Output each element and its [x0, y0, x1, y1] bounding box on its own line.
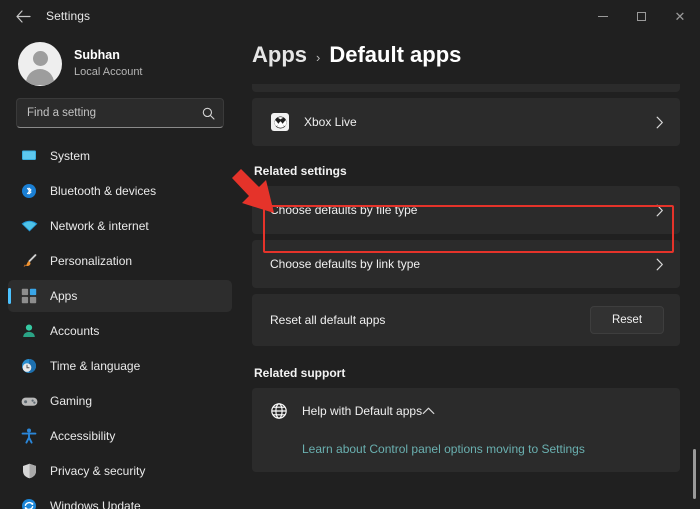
sidebar-item-label: Accounts [50, 324, 100, 338]
row-label: Help with Default apps [302, 404, 423, 418]
wifi-icon [20, 217, 38, 235]
app-row-label: Xbox Live [304, 115, 357, 129]
breadcrumb: Apps › Default apps [252, 32, 700, 74]
sidebar-item-label: Privacy & security [50, 464, 146, 478]
sidebar-item-label: Personalization [50, 254, 133, 268]
sidebar-item-label: Gaming [50, 394, 93, 408]
window-body: Subhan Local Account Find a setting Syst… [0, 32, 700, 509]
row-help-with-default-apps[interactable]: Help with Default apps [252, 388, 680, 434]
sidebar-item-label: Apps [50, 289, 78, 303]
partial-card-above [252, 84, 680, 92]
search-box[interactable] [16, 98, 224, 128]
account-name: Subhan [74, 48, 120, 63]
scrollbar-thumb[interactable] [693, 449, 696, 499]
control-panel-options-link[interactable]: Learn about Control panel options moving… [302, 442, 585, 456]
related-settings-heading: Related settings [254, 164, 347, 178]
close-icon[interactable]: ✕ [660, 0, 700, 32]
sidebar-item-label: Accessibility [50, 429, 116, 443]
support-body: Learn about Control panel options moving… [252, 434, 680, 472]
support-card: Help with Default apps Learn about Contr… [252, 388, 680, 472]
globe-icon [270, 402, 288, 420]
sidebar-item-time-language[interactable]: Time & language [8, 350, 232, 382]
search-input[interactable] [27, 107, 202, 119]
sidebar-item-bluetooth-devices[interactable]: Bluetooth & devices [8, 175, 232, 207]
breadcrumb-parent[interactable]: Apps [252, 42, 307, 68]
sidebar-item-accounts[interactable]: Accounts [8, 315, 232, 347]
sidebar-item-personalization[interactable]: Personalization [8, 245, 232, 277]
row-reset-all-default-apps: Reset all default apps Reset [252, 294, 680, 346]
sidebar-item-network-internet[interactable]: Network & internet [8, 210, 232, 242]
minimize-icon[interactable] [584, 0, 622, 32]
back-arrow-icon[interactable] [6, 1, 40, 31]
paintbrush-icon [20, 252, 38, 270]
update-icon [20, 497, 38, 509]
sidebar-item-label: System [50, 149, 91, 163]
sidebar-item-accessibility[interactable]: Accessibility [8, 420, 232, 452]
sidebar-item-windows-update[interactable]: Windows Update [8, 490, 232, 509]
row-choose-defaults-by-file-type[interactable]: Choose defaults by file type [252, 186, 680, 234]
chevron-right-icon [656, 258, 664, 271]
settings-scroll-area: Xbox Live Related settings Choose defaul… [252, 84, 700, 509]
monitor-icon [20, 147, 38, 165]
shield-icon [20, 462, 38, 480]
xbox-icon [270, 112, 290, 132]
apps-icon [20, 287, 38, 305]
bluetooth-icon [20, 182, 38, 200]
row-label: Reset all default apps [270, 313, 386, 327]
sidebar-item-label: Bluetooth & devices [50, 184, 157, 198]
account-type: Local Account [74, 65, 143, 78]
sidebar-item-gaming[interactable]: Gaming [8, 385, 232, 417]
sidebar-item-system[interactable]: System [8, 140, 232, 172]
content-pane: Apps › Default apps Xbox Live Related se… [240, 32, 700, 509]
window-controls: ✕ [584, 0, 700, 32]
title-bar: Settings ✕ [0, 0, 700, 32]
chevron-right-icon [656, 116, 664, 129]
sidebar-nav: System Bluetooth & devices Network & int… [0, 138, 240, 509]
clock-globe-icon [20, 357, 38, 375]
reset-button[interactable]: Reset [590, 306, 664, 334]
sidebar-item-apps[interactable]: Apps [8, 280, 232, 312]
person-icon [20, 322, 38, 340]
account-block[interactable]: Subhan Local Account [0, 36, 240, 96]
accessibility-icon [20, 427, 38, 445]
chevron-right-icon [656, 204, 664, 217]
row-label: Choose defaults by link type [270, 257, 421, 271]
sidebar-item-privacy-security[interactable]: Privacy & security [8, 455, 232, 487]
sidebar-item-label: Time & language [50, 359, 141, 373]
sidebar-item-label: Windows Update [50, 499, 141, 509]
sidebar: Subhan Local Account Find a setting Syst… [0, 32, 240, 509]
row-choose-defaults-by-link-type[interactable]: Choose defaults by link type [252, 240, 680, 288]
search-icon [202, 107, 215, 120]
chevron-up-icon[interactable] [422, 402, 435, 420]
page-title: Default apps [329, 42, 462, 67]
related-support-heading: Related support [254, 366, 346, 380]
sidebar-item-label: Network & internet [50, 219, 149, 233]
window-title: Settings [46, 9, 91, 23]
search-wrapper [0, 96, 240, 138]
row-label: Choose defaults by file type [270, 203, 418, 217]
gamepad-icon [20, 392, 38, 410]
app-row-xbox-live[interactable]: Xbox Live [252, 98, 680, 146]
user-avatar-icon [18, 42, 62, 86]
content-scrollbar[interactable] [690, 88, 696, 505]
settings-window: Settings ✕ Subhan Local Account Find a s… [0, 0, 700, 509]
account-text: Subhan Local Account [74, 48, 143, 79]
breadcrumb-separator-icon: › [316, 50, 321, 65]
maximize-icon[interactable] [622, 0, 660, 32]
